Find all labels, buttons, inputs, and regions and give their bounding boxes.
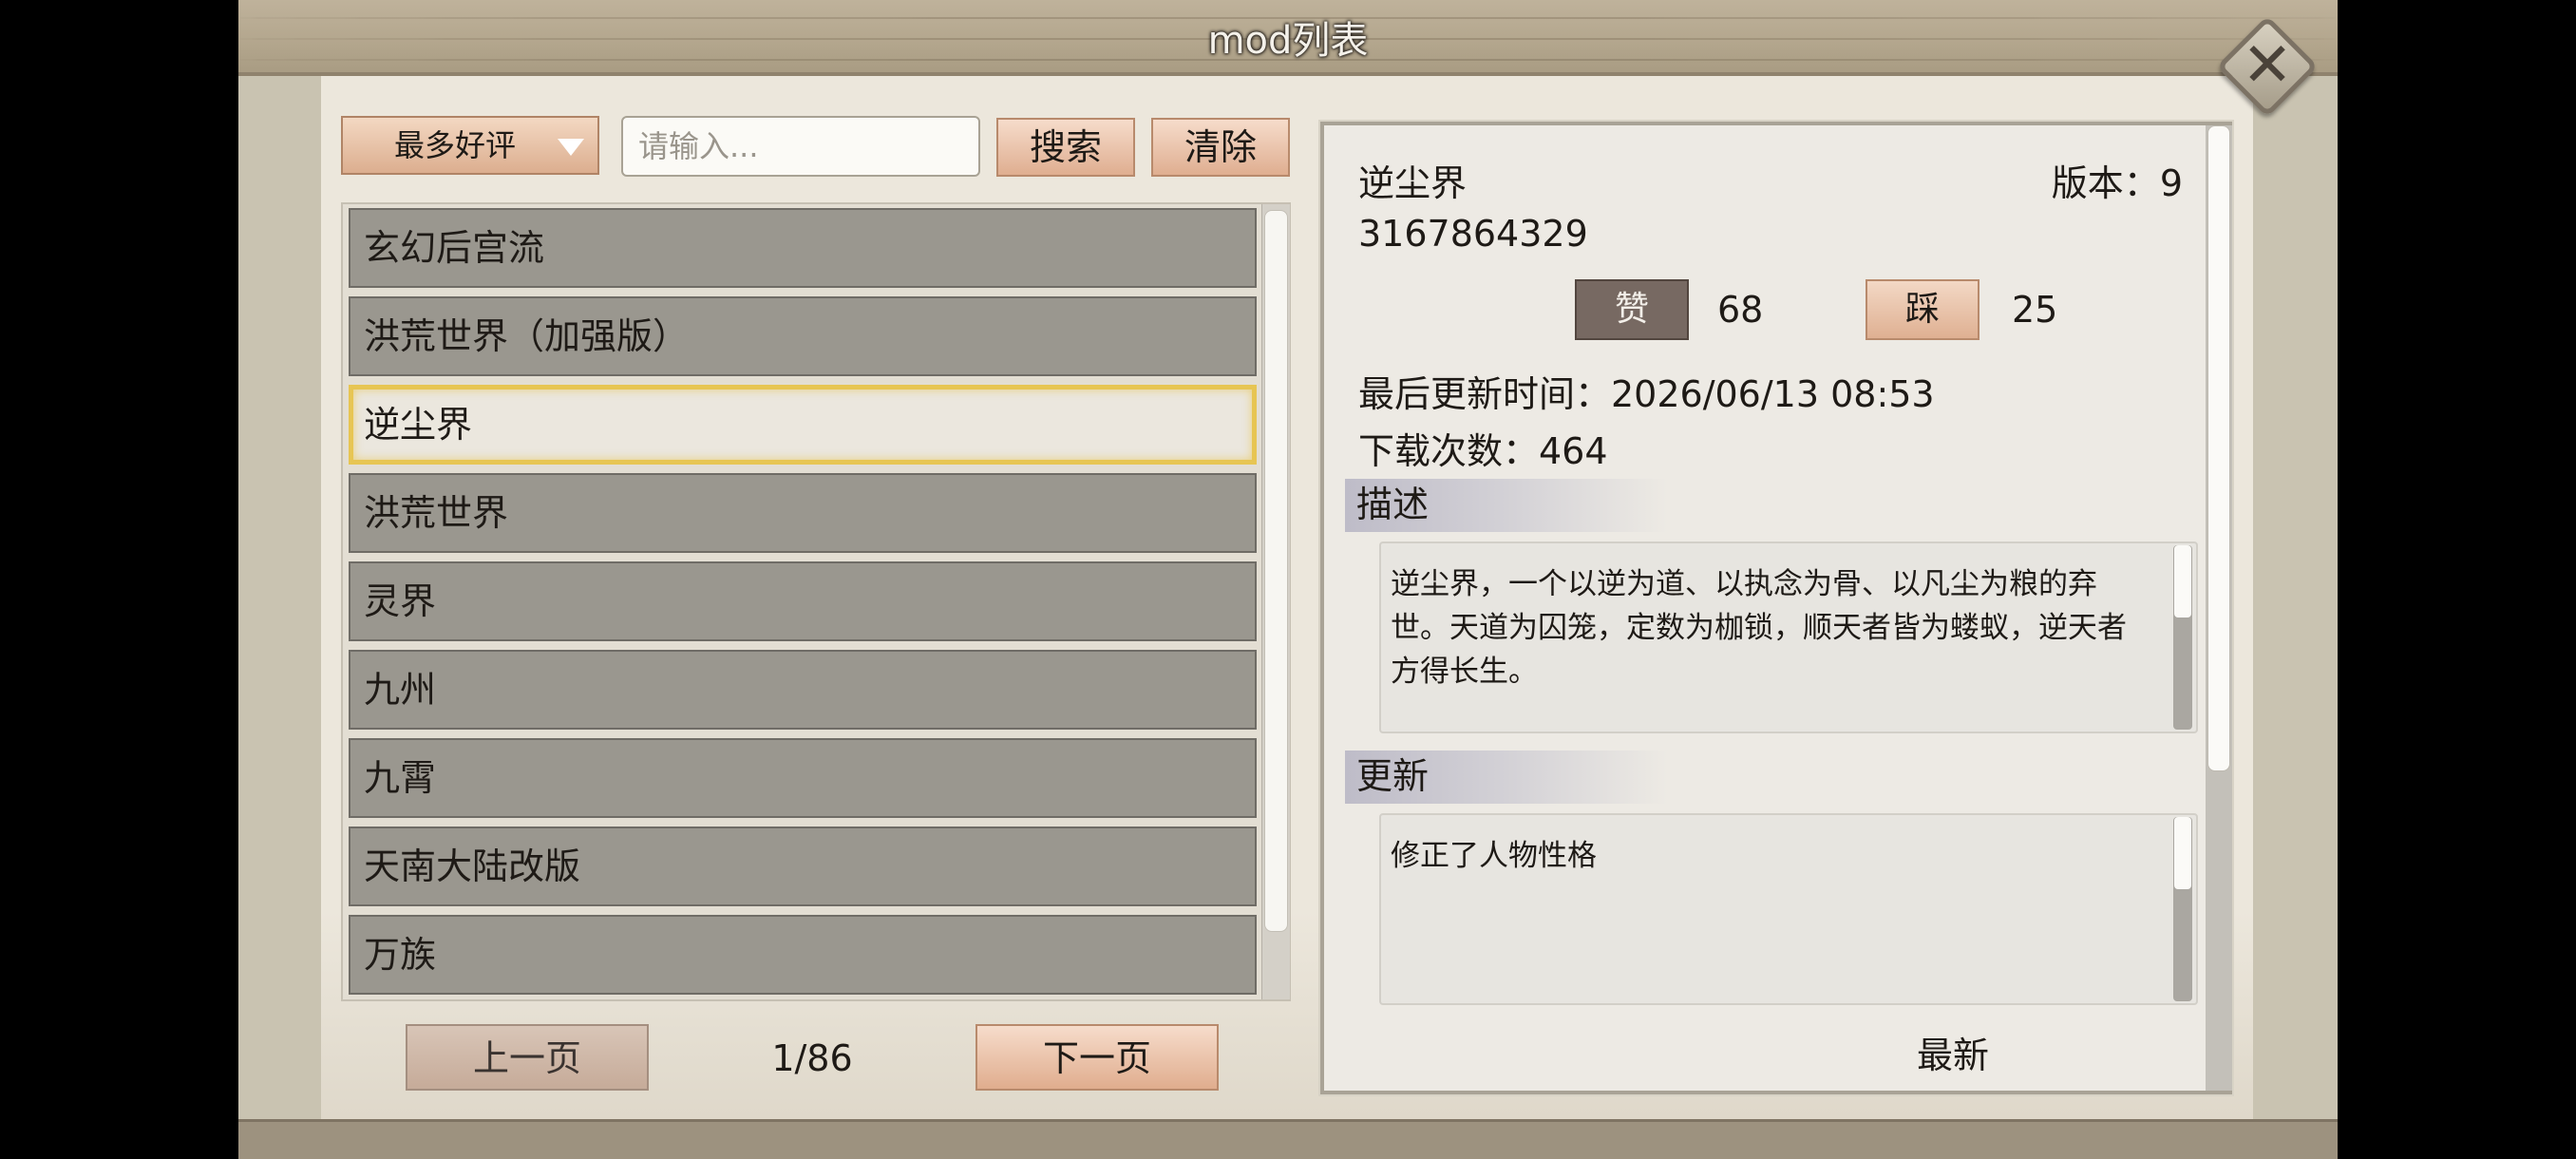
update-notes-text: 修正了人物性格 bbox=[1391, 839, 1597, 873]
description-scrollbar-thumb[interactable] bbox=[2174, 545, 2191, 618]
version-value: 9 bbox=[2159, 162, 2183, 204]
like-count: 68 bbox=[1717, 289, 1764, 331]
description-header: 描述 bbox=[1345, 479, 1668, 532]
mod-id: 3167864329 bbox=[1358, 213, 1588, 255]
sort-dropdown-value: 最多好评 bbox=[394, 127, 517, 163]
mod-list-item[interactable]: 九霄 bbox=[349, 738, 1257, 818]
description-text: 逆尘界，一个以逆为道、以执念为骨、以凡尘为粮的弃世。天道为囚笼，定数为枷锁，顺天… bbox=[1391, 567, 2127, 689]
page-indicator: 1/86 bbox=[771, 1037, 853, 1079]
mod-list: 玄幻后宫流 洪荒世界（加强版） 逆尘界 洪荒世界 灵界 九州 九霄 天南大陆改版… bbox=[341, 202, 1291, 1001]
dislike-count: 25 bbox=[2012, 289, 2058, 331]
bottom-border bbox=[238, 1119, 2338, 1159]
mod-detail-panel: 逆尘界 版本：9 3167864329 赞 68 踩 25 最后更新时间：202… bbox=[1320, 122, 2232, 1094]
next-page-button[interactable]: 下一页 bbox=[975, 1024, 1219, 1091]
update-notes-scrollbar-thumb[interactable] bbox=[2174, 817, 2191, 889]
window-title: mod列表 bbox=[1207, 19, 1369, 63]
like-button[interactable]: 赞 bbox=[1575, 279, 1689, 340]
header-bar: mod列表 bbox=[238, 0, 2338, 76]
mod-list-item[interactable]: 玄幻后宫流 bbox=[349, 208, 1257, 288]
search-input[interactable] bbox=[621, 116, 980, 177]
mod-list-item-selected[interactable]: 逆尘界 bbox=[349, 385, 1257, 465]
mod-list-scrollbar[interactable] bbox=[1261, 204, 1290, 999]
detail-scrollbar[interactable] bbox=[2206, 125, 2232, 1091]
detail-scrollbar-thumb[interactable] bbox=[2207, 125, 2230, 771]
search-button[interactable]: 搜索 bbox=[996, 118, 1135, 177]
description-scrollbar[interactable] bbox=[2173, 545, 2192, 730]
dislike-button[interactable]: 踩 bbox=[1866, 279, 1979, 340]
version-label: 版本： bbox=[2051, 162, 2160, 204]
mod-list-item[interactable]: 灵界 bbox=[349, 561, 1257, 641]
latest-label: 最新 bbox=[1917, 1035, 1990, 1076]
update-notes-scrollbar[interactable] bbox=[2173, 817, 2192, 1001]
close-icon: ✕ bbox=[2242, 30, 2293, 101]
update-notes-box[interactable]: 修正了人物性格 bbox=[1379, 813, 2198, 1005]
prev-page-button[interactable]: 上一页 bbox=[406, 1024, 649, 1091]
version-info: 版本：9 bbox=[2052, 154, 2183, 206]
mod-list-item[interactable]: 洪荒世界 bbox=[349, 473, 1257, 553]
download-count: 下载次数：464 bbox=[1358, 430, 1608, 472]
sort-dropdown[interactable]: 最多好评 bbox=[341, 116, 599, 175]
mod-list-scrollbar-thumb[interactable] bbox=[1264, 210, 1288, 932]
mod-list-item[interactable]: 天南大陆改版 bbox=[349, 826, 1257, 906]
mod-list-item[interactable]: 九州 bbox=[349, 650, 1257, 730]
last-update-time: 最后更新时间：2026/06/13 08:53 bbox=[1358, 373, 1935, 415]
dropdown-arrow-icon bbox=[558, 139, 584, 156]
close-button[interactable]: ✕ bbox=[2212, 11, 2322, 122]
mod-name: 逆尘界 bbox=[1358, 162, 1468, 204]
mod-list-item[interactable]: 万族 bbox=[349, 915, 1257, 995]
mod-list-item[interactable]: 洪荒世界（加强版） bbox=[349, 296, 1257, 376]
update-header: 更新 bbox=[1345, 750, 1668, 804]
clear-button[interactable]: 清除 bbox=[1151, 118, 1290, 177]
description-box[interactable]: 逆尘界，一个以逆为道、以执念为骨、以凡尘为粮的弃世。天道为囚笼，定数为枷锁，顺天… bbox=[1379, 542, 2198, 733]
